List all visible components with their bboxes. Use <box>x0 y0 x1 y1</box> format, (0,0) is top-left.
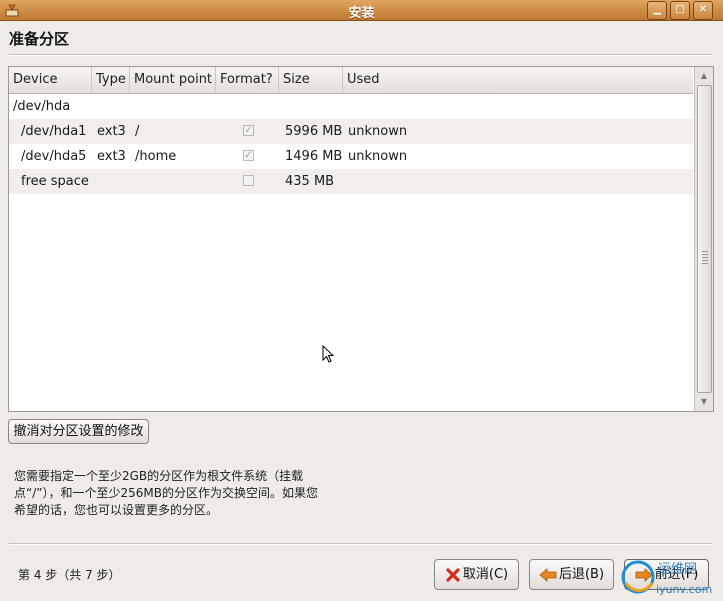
back-label: 后退(B) <box>558 567 605 582</box>
scrollbar-thumb[interactable] <box>697 85 712 393</box>
watermark-cn: 运维网 <box>658 562 697 577</box>
cancel-label: 取消(C) <box>462 567 509 582</box>
table-header: Device Type Mount point Format? Size Use… <box>9 67 693 94</box>
used-cell: unknown <box>348 149 408 164</box>
close-icon: ✕ <box>698 4 708 15</box>
column-header-size[interactable]: Size <box>279 67 343 93</box>
type-cell: ext3 <box>97 149 126 164</box>
format-checkbox[interactable]: ✓ <box>243 125 254 136</box>
type-cell: ext3 <box>97 124 126 139</box>
size-cell: 435 MB <box>285 174 335 189</box>
scrollbar-grip <box>702 251 708 265</box>
mount-point-cell: / <box>135 124 140 139</box>
watermark-logo: 运维网 iyunv.com <box>621 560 712 596</box>
minimize-button[interactable]: ▁ <box>647 1 667 20</box>
column-header-mount-point[interactable]: Mount point <box>130 67 216 93</box>
table-row[interactable]: /dev/hda1 ext3 / ✓ 5996 MB unknown <box>9 119 693 144</box>
device-cell: /dev/hda5 <box>21 149 87 164</box>
scroll-down-icon[interactable]: ▼ <box>695 394 713 410</box>
size-cell: 5996 MB <box>285 124 343 139</box>
back-button[interactable]: 后退(B) <box>529 559 614 590</box>
table-row[interactable]: /dev/hda <box>9 94 693 119</box>
step-indicator: 第 4 步（共 7 步） <box>18 568 121 582</box>
format-checkbox[interactable] <box>243 175 254 186</box>
red-x-icon <box>446 567 460 582</box>
column-header-device[interactable]: Device <box>9 67 92 93</box>
page-title: 准备分区 <box>9 30 70 48</box>
orange-left-arrow-icon <box>539 567 557 582</box>
minimize-icon: ▁ <box>653 4 661 15</box>
vertical-scrollbar[interactable]: ▲ ▼ <box>694 67 713 411</box>
maximize-button[interactable]: □ <box>670 1 690 20</box>
window-title: 安装 <box>348 6 375 21</box>
footer-divider <box>9 543 712 545</box>
partition-table[interactable]: Device Type Mount point Format? Size Use… <box>8 66 714 412</box>
mouse-pointer-icon <box>322 345 334 363</box>
help-text-line: 希望的话，您也可以设置更多的分区。 <box>14 503 219 517</box>
undo-partition-changes-button[interactable]: 撤消对分区设置的修改 <box>8 419 149 444</box>
device-cell: /dev/hda <box>13 99 71 114</box>
column-header-format[interactable]: Format? <box>216 67 279 93</box>
close-button[interactable]: ✕ <box>693 1 713 20</box>
device-cell: free space <box>21 174 89 189</box>
table-row[interactable]: /dev/hda5 ext3 /home ✓ 1496 MB unknown <box>9 144 693 169</box>
scroll-up-icon[interactable]: ▲ <box>695 68 713 84</box>
device-cell: /dev/hda1 <box>21 124 87 139</box>
watermark-url: iyunv.com <box>656 583 712 596</box>
table-row[interactable]: free space 435 MB <box>9 169 693 194</box>
format-checkbox[interactable]: ✓ <box>243 150 254 161</box>
used-cell: unknown <box>348 124 408 139</box>
column-header-used[interactable]: Used <box>343 67 693 93</box>
help-text-line: 您需要指定一个至少2GB的分区作为根文件系统（挂载 <box>14 469 304 483</box>
column-header-type[interactable]: Type <box>92 67 130 93</box>
window-titlebar[interactable]: 安装 ▁ □ ✕ <box>0 0 723 21</box>
cancel-button[interactable]: 取消(C) <box>434 559 519 590</box>
help-text-line: 点“/”），和一个至少256MB的分区作为交换空间。如果您 <box>14 486 318 500</box>
mount-point-cell: /home <box>135 149 177 164</box>
size-cell: 1496 MB <box>285 149 343 164</box>
header-divider <box>9 54 712 56</box>
help-text: 您需要指定一个至少2GB的分区作为根文件系统（挂载 点“/”），和一个至少256… <box>14 468 364 519</box>
maximize-icon: □ <box>675 4 685 15</box>
